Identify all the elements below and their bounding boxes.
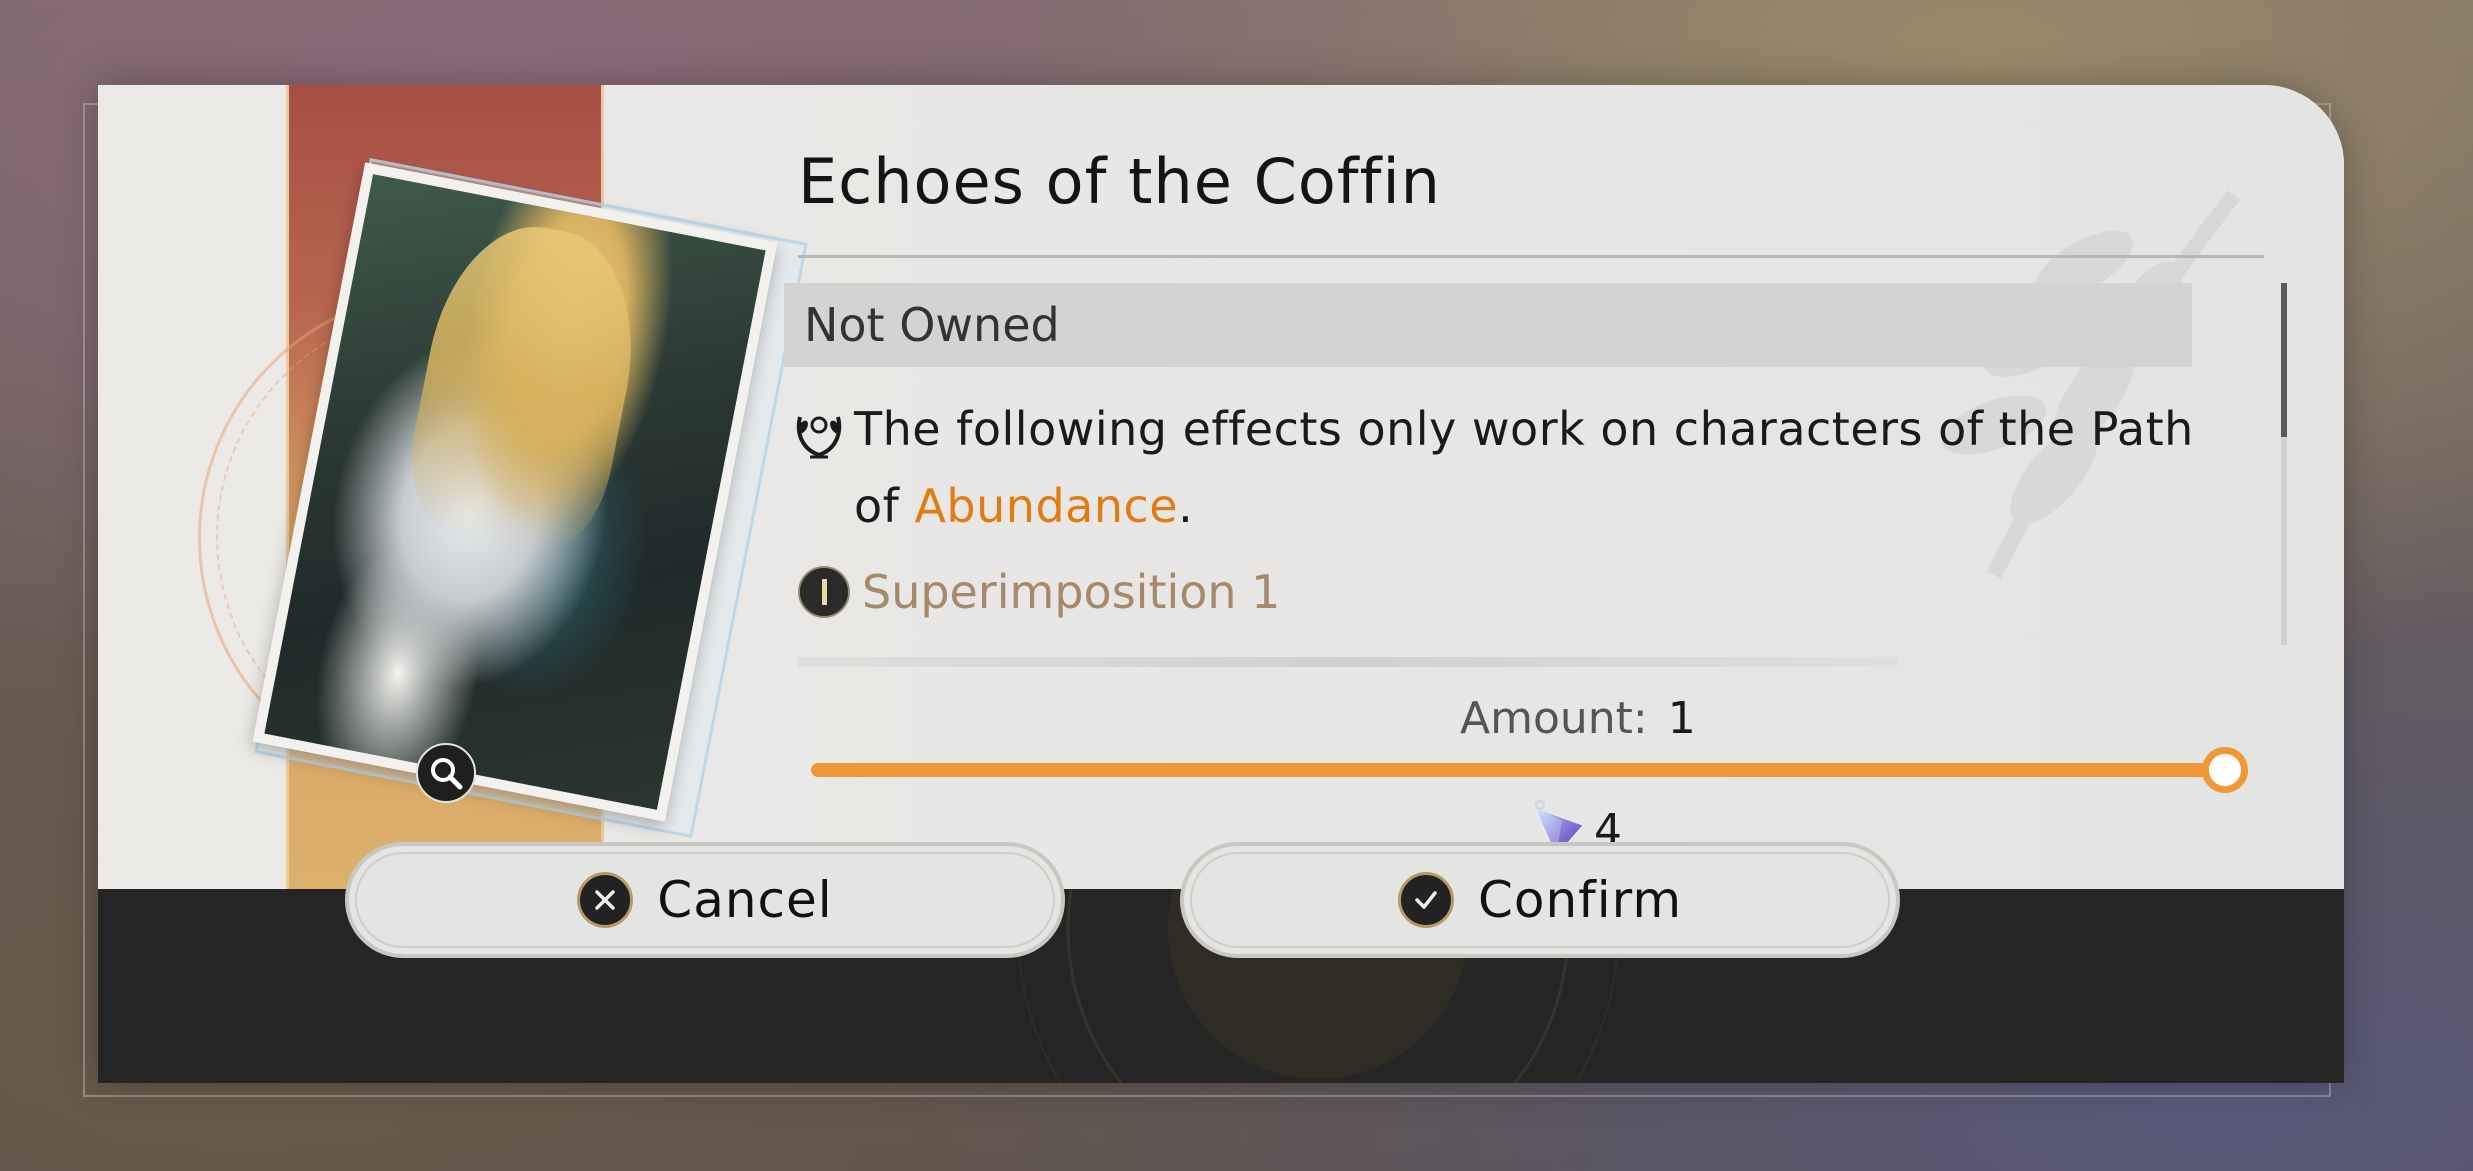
faded-description-overflow: [798, 657, 1898, 667]
title-divider: [798, 255, 2264, 258]
magnifier-icon: [431, 758, 463, 790]
cancel-label: Cancel: [657, 871, 833, 929]
abundance-path-icon: [796, 416, 842, 459]
amount-label: Amount:: [1460, 693, 1648, 744]
dialog-body: Echoes of the Coffin Not Owned The follo…: [98, 85, 2344, 889]
zoom-button[interactable]: [416, 743, 476, 803]
description-scrollbar-thumb[interactable]: [2281, 283, 2287, 437]
card-art-figure: [396, 210, 654, 564]
superimposition-rank-icon: [798, 566, 850, 618]
ownership-status: Not Owned: [804, 298, 1060, 352]
path-restriction-text: The following effects only work on chara…: [854, 391, 2234, 545]
confirm-button[interactable]: Confirm: [1180, 842, 1900, 958]
superimposition-label: Superimposition 1: [862, 565, 1281, 619]
amount-value: 1: [1667, 693, 1696, 744]
checkmark-icon: [1397, 872, 1454, 928]
cancel-button[interactable]: Cancel: [345, 842, 1065, 958]
confirm-label: Confirm: [1477, 871, 1683, 929]
superimposition-row: Superimposition 1: [798, 565, 1280, 619]
ownership-status-bar: Not Owned: [784, 283, 2192, 367]
amount-slider-handle[interactable]: [2202, 747, 2248, 793]
light-cone-title: Echoes of the Coffin: [798, 145, 1441, 218]
amount-display: Amount: 1: [1460, 693, 1696, 744]
path-restriction-suffix: .: [1178, 479, 1194, 533]
close-icon: [577, 872, 634, 928]
path-name: Abundance: [914, 479, 1179, 533]
amount-slider[interactable]: [811, 763, 2223, 777]
amount-slider-fill: [811, 763, 2223, 777]
